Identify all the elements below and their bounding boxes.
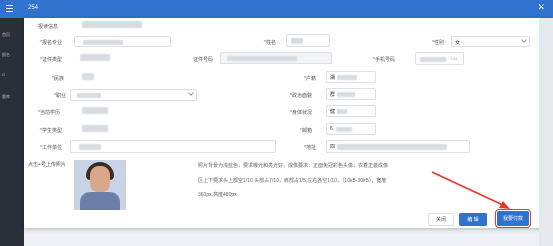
email-label: *邮箱 <box>300 128 312 134</box>
photo-upload-label: 点击+号上传照片 <box>28 162 66 168</box>
gender-value: 女 <box>455 40 461 46</box>
major-label: *报名专业 <box>40 40 62 46</box>
hukou-value: 湖 <box>330 75 336 81</box>
gender-select[interactable]: 女 <box>451 36 530 47</box>
health-field[interactable]: 健 <box>326 105 376 117</box>
chevron-down-icon <box>188 90 194 96</box>
photo-requirement-line-3: 360px,高度480px <box>198 192 237 198</box>
student-type-label: *学生类型 <box>40 128 62 134</box>
id-number-field[interactable] <box>220 52 332 64</box>
hukou-field[interactable]: 湖 <box>326 71 376 83</box>
name-field[interactable] <box>286 34 330 47</box>
education-value <box>82 107 108 114</box>
chevron-down-icon <box>521 37 527 43</box>
address-label: *地址 <box>304 145 316 151</box>
ethnicity-label: *民族 <box>52 76 64 82</box>
workplace-label: *工作单位 <box>40 145 62 151</box>
sidebar-item-enroll[interactable]: 报名 <box>2 52 10 58</box>
photo-requirement-line-2: 区上下要求头上部空1/10 头部占7/10，肩部占1/5,左右各空1/10，（1… <box>198 178 387 184</box>
hukou-label: *户籍 <box>304 76 316 82</box>
occupation-label: *职业 <box>54 93 66 99</box>
id-number-label: 证件号码 <box>193 57 214 63</box>
background-strip <box>539 18 553 246</box>
education-label: *当前学历 <box>38 110 60 116</box>
student-photo[interactable] <box>74 160 126 210</box>
pay-button[interactable]: 我要付款 <box>495 209 531 228</box>
address-field[interactable]: 四 <box>326 140 470 153</box>
health-value: 健 <box>330 109 336 115</box>
edit-button[interactable]: 编 辑 <box>459 213 487 226</box>
email-value: 6 <box>330 126 333 132</box>
sidebar-item-home[interactable]: 首页 <box>2 32 10 38</box>
phone-field[interactable]: 7/11 <box>415 52 464 65</box>
student-type-value <box>82 125 108 132</box>
close-button[interactable]: 关闭 <box>428 213 454 226</box>
email-field[interactable]: 6 <box>326 123 376 135</box>
health-label: *身体状况 <box>290 110 312 116</box>
sidebar: 首页 报名 O 题库 <box>0 18 24 246</box>
name-label: *姓名 <box>264 40 276 46</box>
politics-label: *政治面貌 <box>290 93 312 99</box>
dialog-title: 254 <box>28 5 39 11</box>
dialog-header: 254 ✕ <box>0 0 553 18</box>
close-icon[interactable]: ✕ <box>537 3 545 12</box>
phone-label: *手机号码 <box>373 57 395 63</box>
top-info-label: 报读信息 <box>38 24 59 30</box>
phone-char-count: 7/11 <box>450 56 458 61</box>
hamburger-menu-icon[interactable] <box>6 5 13 12</box>
photo-requirement-line-1: 照片背景为浅蓝色，要求曝光和亮光好，成像要求：正面免冠彩色头像，衣着正装成像 <box>198 163 389 169</box>
politics-value: 群 <box>330 92 336 98</box>
occupation-select[interactable] <box>70 89 197 101</box>
ethnicity-value <box>82 73 94 80</box>
gender-label: *性别 <box>432 40 444 46</box>
top-info-value <box>82 21 142 28</box>
address-value: 四 <box>330 144 336 150</box>
workplace-field[interactable] <box>70 140 276 153</box>
sidebar-item-o[interactable]: O <box>2 72 5 77</box>
id-type-label: *证件类型 <box>40 57 62 63</box>
sidebar-item-questions[interactable]: 题库 <box>2 94 10 100</box>
major-field[interactable] <box>74 36 171 47</box>
id-type-value <box>80 54 110 61</box>
politics-field[interactable]: 群 <box>326 88 376 100</box>
